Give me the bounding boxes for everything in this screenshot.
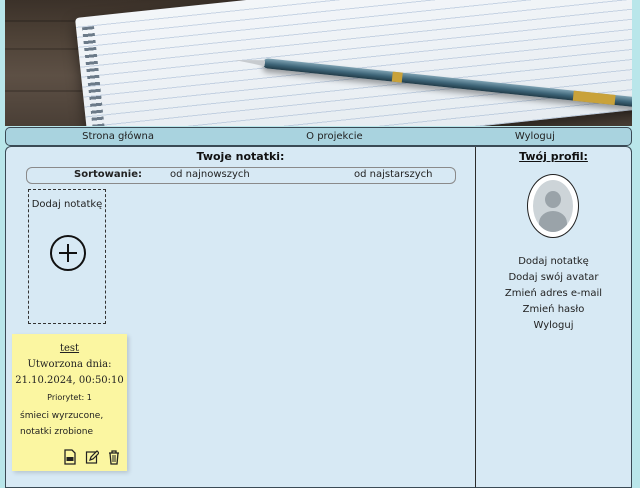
profile-title: Twój profil: xyxy=(519,150,588,163)
add-note-card[interactable]: Dodaj notatkę xyxy=(28,189,106,324)
note-priority: Priorytet: 1 xyxy=(47,393,92,402)
avatar xyxy=(527,174,579,238)
note-actions xyxy=(63,449,121,465)
profile-change-password-link[interactable]: Zmień hasło xyxy=(476,302,631,318)
sort-bar: Sortowanie: od najnowszych od najstarszy… xyxy=(26,167,456,184)
nav-home-link[interactable]: Strona główna xyxy=(82,131,154,142)
top-navbar: Strona główna O projekcie Wyloguj xyxy=(5,127,632,146)
nav-logout-link[interactable]: Wyloguj xyxy=(515,131,555,142)
add-note-label: Dodaj notatkę xyxy=(31,199,103,210)
profile-logout-link[interactable]: Wyloguj xyxy=(476,318,631,334)
note-date: 21.10.2024, 00:50:10 xyxy=(15,375,124,386)
trash-icon[interactable] xyxy=(107,449,121,465)
user-silhouette-icon xyxy=(533,180,573,232)
notes-title: Twoje notatki: xyxy=(196,150,285,163)
sort-newest-option[interactable]: od najnowszych xyxy=(170,169,250,180)
plus-circle-icon[interactable] xyxy=(50,235,86,271)
sort-oldest-option[interactable]: od najstarszych xyxy=(354,169,432,180)
profile-menu: Dodaj notatkę Dodaj swój avatar Zmień ad… xyxy=(476,254,631,334)
note-card: test Utworzona dnia: 21.10.2024, 00:50:1… xyxy=(12,334,127,471)
notebook-illustration xyxy=(75,0,632,126)
profile-panel: Twój profil: Dodaj notatkę Dodaj swój av… xyxy=(476,146,632,488)
header-banner-image xyxy=(5,0,632,126)
note-body: śmieci wyrzucone, notatki zrobione xyxy=(20,408,120,440)
pdf-file-icon[interactable] xyxy=(63,449,77,465)
profile-add-avatar-link[interactable]: Dodaj swój avatar xyxy=(476,270,631,286)
edit-icon[interactable] xyxy=(85,449,100,465)
note-body-line: notatki zrobione xyxy=(20,427,94,437)
profile-change-email-link[interactable]: Zmień adres e-mail xyxy=(476,286,631,302)
notes-panel: Twoje notatki: Sortowanie: od najnowszyc… xyxy=(5,146,477,488)
sort-label: Sortowanie: xyxy=(74,169,142,180)
profile-add-note-link[interactable]: Dodaj notatkę xyxy=(476,254,631,270)
note-title[interactable]: test xyxy=(12,343,127,354)
note-created-label: Utworzona dnia: xyxy=(27,359,112,370)
nav-about-link[interactable]: O projekcie xyxy=(306,131,363,142)
note-body-line: śmieci wyrzucone, xyxy=(20,411,104,421)
